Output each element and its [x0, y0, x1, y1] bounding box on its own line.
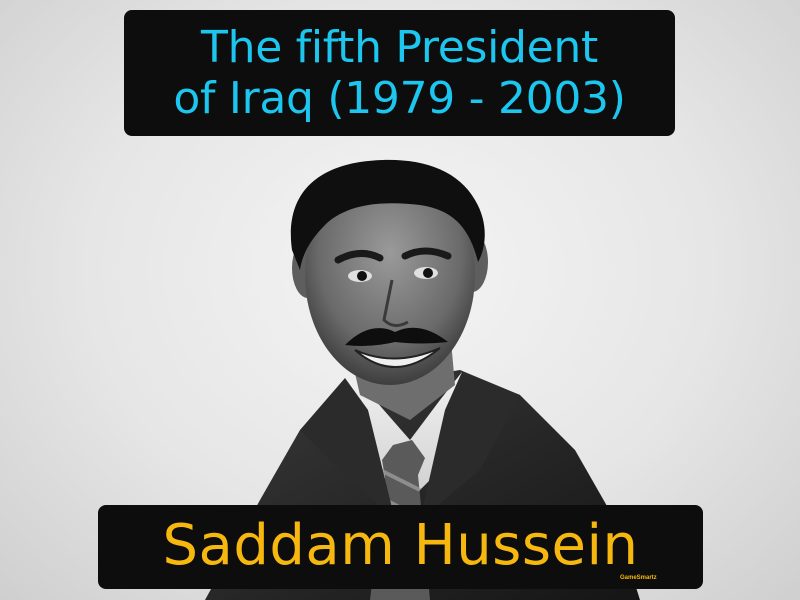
term-title: Saddam Hussein [162, 512, 639, 578]
flashcard: The fifth President of Iraq (1979 - 2003… [0, 0, 800, 600]
definition-line-1: The fifth President [201, 22, 598, 73]
definition-box: The fifth President of Iraq (1979 - 2003… [124, 10, 675, 136]
brand-logo: GameSmartz [620, 575, 657, 581]
term-box: Saddam Hussein [98, 505, 703, 589]
definition-line-2: of Iraq (1979 - 2003) [173, 73, 626, 124]
